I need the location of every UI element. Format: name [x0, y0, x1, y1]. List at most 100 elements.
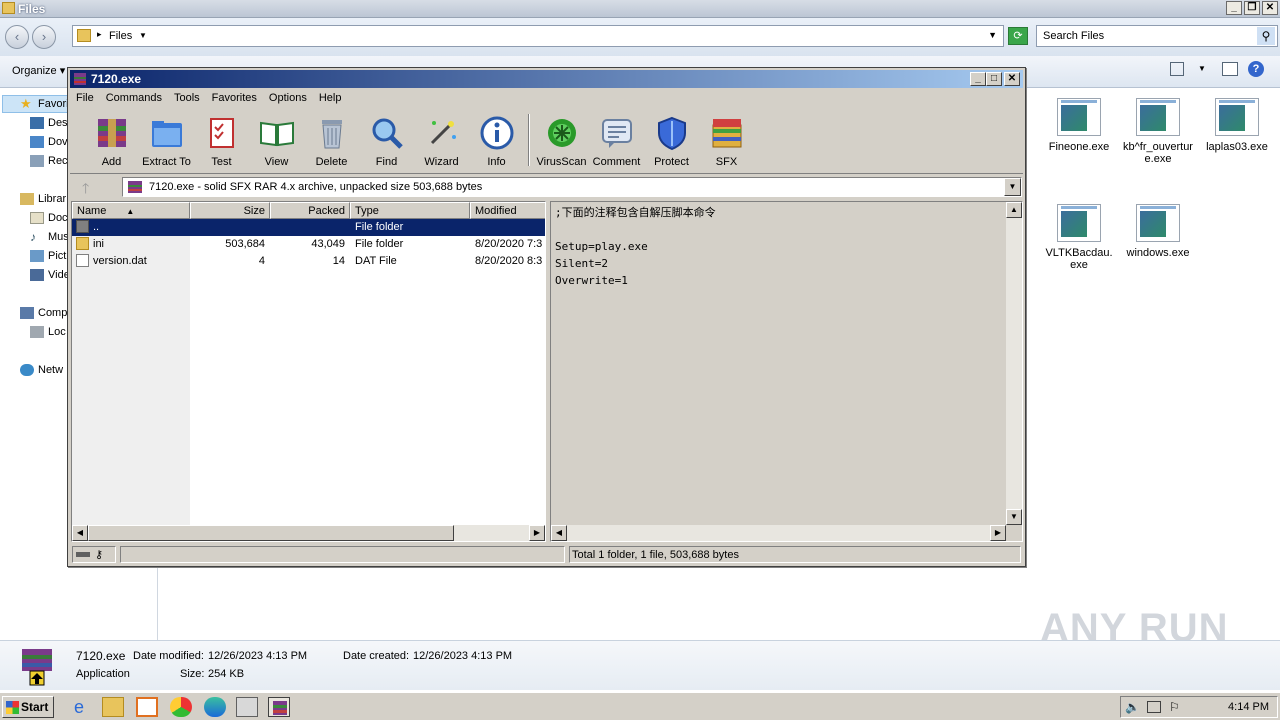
media-player-icon[interactable]: [136, 697, 158, 717]
extract-to-button[interactable]: Extract To: [139, 111, 194, 169]
nav-item-pictures[interactable]: Pict: [30, 248, 66, 264]
folder-up-icon: [76, 220, 89, 233]
table-row[interactable]: ini 503,684 43,049 File folder 8/20/2020…: [72, 236, 545, 253]
close-button[interactable]: ✕: [1262, 1, 1278, 15]
virusscan-button[interactable]: VirusScan: [534, 111, 589, 169]
documents-icon: [30, 212, 44, 224]
scroll-right-icon[interactable]: ▶: [529, 525, 545, 541]
menu-options[interactable]: Options: [263, 89, 313, 108]
scroll-up-icon[interactable]: ▲: [1006, 202, 1022, 218]
view-button[interactable]: View: [249, 111, 304, 169]
column-type[interactable]: Type: [350, 202, 470, 219]
search-input[interactable]: Search Files ⚲: [1036, 25, 1278, 47]
file-item[interactable]: kb^fr_ouverture.exe: [1122, 98, 1194, 165]
path-combobox[interactable]: 7120.exe - solid SFX RAR 4.x archive, un…: [122, 177, 1022, 197]
comment-button[interactable]: Comment: [589, 111, 644, 169]
nav-network[interactable]: Netw: [20, 362, 63, 378]
sfx-button[interactable]: SFX: [699, 111, 754, 169]
winrar-icon: [74, 73, 86, 85]
winrar-title: 7120.exe: [91, 72, 142, 86]
menu-favorites[interactable]: Favorites: [206, 89, 263, 108]
nav-item-localdisk[interactable]: Loc: [30, 324, 66, 340]
nav-item-videos[interactable]: Vide: [30, 267, 70, 283]
menu-bar: File Commands Tools Favorites Options He…: [70, 89, 347, 108]
clock[interactable]: 4:14 PM: [1228, 701, 1269, 713]
organize-button[interactable]: Organize ▾: [12, 64, 65, 77]
winrar-window: 7120.exe _ □ ✕ File Commands Tools Favor…: [67, 67, 1026, 567]
protect-button[interactable]: Protect: [644, 111, 699, 169]
file-item[interactable]: laplas03.exe: [1201, 98, 1273, 153]
close-button[interactable]: ✕: [1004, 72, 1020, 86]
vertical-scrollbar[interactable]: ▲ ▼: [1006, 202, 1022, 525]
chrome-icon[interactable]: [170, 697, 192, 717]
winrar-taskbar-button[interactable]: [268, 697, 290, 717]
delete-button[interactable]: Delete: [304, 111, 359, 169]
horizontal-scrollbar[interactable]: ◀ ▶: [551, 525, 1006, 541]
column-packed[interactable]: Packed: [270, 202, 350, 219]
scroll-left-icon[interactable]: ◀: [72, 525, 88, 541]
scroll-down-icon[interactable]: ▼: [1006, 509, 1022, 525]
preview-pane-icon[interactable]: [1222, 62, 1238, 76]
refresh-button[interactable]: ⟳: [1008, 27, 1028, 45]
details-modified-label: Date modified:: [133, 650, 204, 662]
column-size[interactable]: Size: [190, 202, 270, 219]
horizontal-scrollbar[interactable]: ◀ ▶: [72, 525, 545, 541]
file-item[interactable]: VLTKBacdau.exe: [1043, 204, 1115, 271]
help-icon[interactable]: ?: [1248, 61, 1264, 77]
add-button[interactable]: Add: [84, 111, 139, 169]
test-button[interactable]: Test: [194, 111, 249, 169]
address-dropdown-icon[interactable]: ▼: [988, 30, 997, 40]
view-options-icon[interactable]: [1170, 62, 1184, 76]
nav-item-label: Des: [48, 117, 68, 129]
nav-item-documents[interactable]: Doc: [30, 210, 68, 226]
restore-button[interactable]: ❐: [1244, 1, 1260, 15]
chevron-down-icon[interactable]: ▼: [1004, 178, 1021, 196]
table-row[interactable]: version.dat 4 14 DAT File 8/20/2020 8:3: [72, 253, 545, 270]
nav-item-downloads[interactable]: Dov: [30, 134, 68, 150]
info-button[interactable]: Info: [469, 111, 524, 169]
table-row[interactable]: .. File folder: [72, 219, 545, 236]
ie-icon[interactable]: e: [68, 697, 90, 717]
scroll-thumb[interactable]: [88, 525, 454, 541]
nav-item-music[interactable]: ♪ Mus: [30, 229, 69, 245]
wizard-button[interactable]: Wizard: [414, 111, 469, 169]
nav-favorites[interactable]: ★ Favori: [20, 96, 69, 112]
maximize-button[interactable]: □: [986, 72, 1002, 86]
nav-item-label: Loc: [48, 326, 66, 338]
network-status-icon[interactable]: [1147, 701, 1161, 713]
chevron-down-icon[interactable]: ▼: [139, 31, 147, 40]
address-bar[interactable]: ▸ Files ▼ ▼: [72, 25, 1004, 47]
minimize-button[interactable]: _: [1226, 1, 1242, 15]
edge-icon[interactable]: [204, 697, 226, 717]
row-name: version.dat: [93, 255, 147, 267]
explorer-icon[interactable]: [102, 697, 124, 717]
file-item[interactable]: Fineone.exe: [1043, 98, 1115, 153]
menu-commands[interactable]: Commands: [100, 89, 168, 108]
minimize-button[interactable]: _: [970, 72, 986, 86]
scroll-right-icon[interactable]: ▶: [990, 525, 1006, 541]
file-item[interactable]: windows.exe: [1122, 204, 1194, 259]
app-icon[interactable]: [236, 697, 258, 717]
volume-icon[interactable]: 🔈: [1125, 700, 1140, 714]
nav-item-desktop[interactable]: Des: [30, 115, 68, 131]
up-arrow-icon[interactable]: 🡑: [82, 178, 89, 202]
forward-button[interactable]: ›: [32, 25, 56, 49]
menu-tools[interactable]: Tools: [168, 89, 206, 108]
nav-computer[interactable]: Comp: [20, 305, 67, 321]
find-button[interactable]: Find: [359, 111, 414, 169]
menu-file[interactable]: File: [70, 89, 100, 108]
nav-item-recent[interactable]: Rec: [30, 153, 68, 169]
menu-help[interactable]: Help: [313, 89, 348, 108]
flag-icon[interactable]: ⚐: [1169, 700, 1180, 714]
scroll-left-icon[interactable]: ◀: [551, 525, 567, 541]
address-text: Files: [109, 30, 133, 42]
chevron-right-icon: ▸: [97, 29, 102, 39]
chevron-down-icon[interactable]: ▼: [1198, 64, 1206, 73]
virusscan-label: VirusScan: [536, 156, 587, 168]
start-button[interactable]: Start: [2, 696, 54, 718]
column-name[interactable]: Name ▲: [72, 202, 190, 219]
nav-libraries[interactable]: Librar: [20, 191, 66, 207]
column-modified[interactable]: Modified: [470, 202, 545, 219]
search-icon[interactable]: ⚲: [1257, 27, 1275, 45]
back-button[interactable]: ‹: [5, 25, 29, 49]
